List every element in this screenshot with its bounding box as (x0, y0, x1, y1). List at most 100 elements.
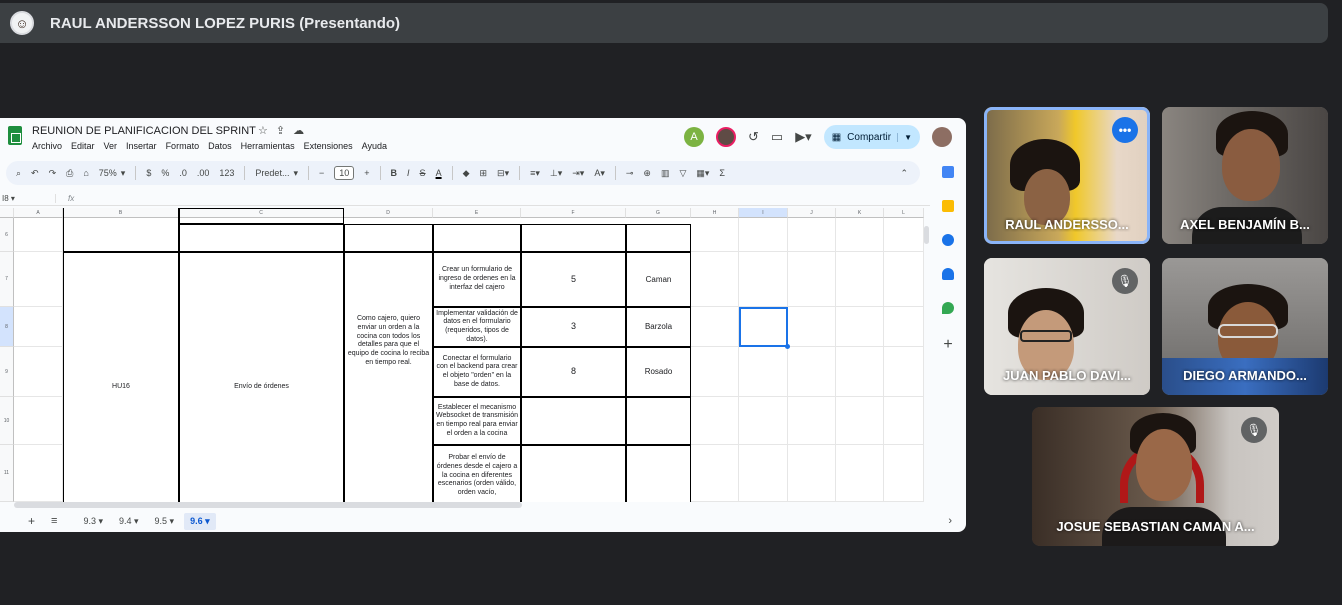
grid-cell[interactable] (788, 307, 836, 347)
task-description-cell[interactable]: Establecer el mecanismo Websocket de tra… (433, 397, 521, 445)
menu-formato[interactable]: Formato (166, 141, 200, 151)
grid-cell[interactable] (836, 307, 884, 347)
story-name-cell[interactable]: Envío de órdenes (179, 252, 344, 502)
font-select[interactable]: Predet... ▾ (255, 168, 298, 179)
story-points-cell[interactable]: 8 (521, 347, 626, 397)
grid-cell[interactable] (691, 252, 739, 307)
grid-cell[interactable] (14, 397, 63, 445)
currency-button[interactable]: $ (146, 168, 151, 178)
menu-ver[interactable]: Ver (104, 141, 118, 151)
grid-cell[interactable] (836, 252, 884, 307)
story-points-cell[interactable] (521, 397, 626, 445)
grid-cell[interactable] (179, 208, 344, 224)
grid-cell[interactable] (14, 347, 63, 397)
menu-ayuda[interactable]: Ayuda (362, 141, 387, 151)
grid-cell[interactable] (63, 208, 179, 252)
rotate-icon[interactable]: A▾ (594, 168, 605, 179)
menu-archivo[interactable]: Archivo (32, 141, 62, 151)
participant-tile[interactable]: 🎙 JOSUE SEBASTIAN CAMAN A... (1032, 407, 1279, 546)
column-header[interactable]: H (691, 208, 739, 218)
menu-herramientas[interactable]: Herramientas (241, 141, 295, 151)
grid-cell[interactable] (739, 445, 788, 502)
grid-cell[interactable] (836, 218, 884, 252)
collapse-toolbar-icon[interactable]: ⌃ (900, 168, 908, 179)
paint-format-icon[interactable]: ⌂ (83, 168, 88, 178)
insert-comment-icon[interactable]: ⊕ (643, 168, 651, 179)
print-icon[interactable]: ⎙ (66, 168, 73, 179)
spreadsheet-grid[interactable]: A B C D E F G H I J K L 6 7 8 9 10 11 HU16 Envío de órdenes… (0, 208, 924, 502)
comment-icon[interactable]: ▭ (771, 129, 783, 145)
zoom-select[interactable]: 75% ▾ (99, 168, 126, 179)
italic-button[interactable]: I (407, 168, 410, 178)
story-id-cell[interactable]: HU16 (63, 252, 179, 502)
story-points-cell[interactable]: 3 (521, 307, 626, 347)
column-header[interactable]: K (836, 208, 884, 218)
chart-icon[interactable]: ▥ (661, 168, 670, 179)
tab-9-4[interactable]: 9.4 ▾ (113, 513, 145, 530)
row-header[interactable]: 7 (0, 252, 14, 307)
selected-cell[interactable] (739, 307, 790, 349)
menu-extensiones[interactable]: Extensiones (304, 141, 353, 151)
menu-editar[interactable]: Editar (71, 141, 95, 151)
row-header[interactable]: 10 (0, 397, 14, 445)
grid-cell[interactable] (14, 307, 63, 347)
tab-9-3[interactable]: 9.3 ▾ (77, 513, 109, 530)
menu-datos[interactable]: Datos (208, 141, 232, 151)
keep-icon[interactable] (942, 200, 954, 212)
all-sheets-icon[interactable]: ≡ (51, 515, 57, 527)
collaborator-avatar-a[interactable]: A (683, 127, 704, 147)
grid-cell[interactable] (14, 445, 63, 502)
borders-icon[interactable]: ⊞ (480, 168, 488, 179)
grid-cell[interactable] (691, 347, 739, 397)
task-description-cell[interactable]: Conectar el formulario con el backend pa… (433, 347, 521, 397)
more-options-button[interactable]: ••• (1112, 117, 1138, 143)
participant-tile[interactable]: ••• RAUL ANDERSSO... (984, 107, 1150, 244)
grid-cell[interactable] (739, 218, 788, 252)
owner-cell[interactable] (626, 397, 691, 445)
task-description-cell[interactable]: Implementar validación de datos en el fo… (433, 307, 521, 347)
grid-cell[interactable] (788, 445, 836, 502)
story-points-cell[interactable] (521, 445, 626, 502)
participant-tile[interactable]: 🎙 JUAN PABLO DAVI... (984, 258, 1150, 395)
history-icon[interactable]: ↺ (748, 129, 759, 145)
column-header[interactable]: A (14, 208, 63, 218)
text-color-button[interactable]: A (436, 168, 442, 178)
horizontal-scrollbar[interactable] (14, 502, 522, 508)
task-description-cell[interactable]: Crear un formulario de ingreso de ordene… (433, 252, 521, 307)
add-sheet-icon[interactable]: + (28, 514, 35, 528)
grid-cell[interactable] (884, 397, 924, 445)
owner-cell[interactable]: Barzola (626, 307, 691, 347)
search-icon[interactable]: ⌕ (16, 168, 21, 179)
align-horizontal-icon[interactable]: ≡▾ (530, 168, 540, 179)
column-header[interactable]: L (884, 208, 924, 218)
percent-button[interactable]: % (161, 168, 169, 178)
participant-tile[interactable]: AXEL BENJAMÍN B... (1162, 107, 1328, 244)
name-box[interactable]: I8 ▾ (0, 194, 56, 203)
fill-color-icon[interactable]: ◆ (463, 168, 470, 179)
grid-cell[interactable] (179, 224, 344, 252)
grid-cell[interactable] (691, 397, 739, 445)
row-header[interactable]: 9 (0, 347, 14, 397)
maps-icon[interactable] (942, 302, 954, 314)
grid-cell[interactable] (788, 252, 836, 307)
grid-cell[interactable] (14, 252, 63, 307)
column-header[interactable]: I (739, 208, 788, 218)
row-header[interactable]: 11 (0, 445, 14, 502)
tasks-icon[interactable] (942, 234, 954, 246)
filter-icon[interactable]: ▽ (679, 168, 686, 179)
strikethrough-button[interactable]: S (420, 168, 426, 178)
grid-cell[interactable] (626, 224, 691, 252)
row-header[interactable]: 6 (0, 218, 14, 252)
grid-cell[interactable] (433, 224, 521, 252)
grid-cell[interactable] (788, 347, 836, 397)
column-header[interactable]: E (433, 208, 521, 218)
wrap-icon[interactable]: ⇥▾ (572, 168, 584, 179)
participant-tile[interactable]: DIEGO ARMANDO... (1162, 258, 1328, 395)
grid-cell[interactable] (739, 252, 788, 307)
grid-cell[interactable] (836, 445, 884, 502)
menu-insertar[interactable]: Insertar (126, 141, 157, 151)
cloud-icon[interactable]: ☁ (293, 125, 312, 137)
grid-cell[interactable] (739, 347, 788, 397)
column-header[interactable]: F (521, 208, 626, 218)
move-icon[interactable]: ⇪ (276, 125, 293, 137)
